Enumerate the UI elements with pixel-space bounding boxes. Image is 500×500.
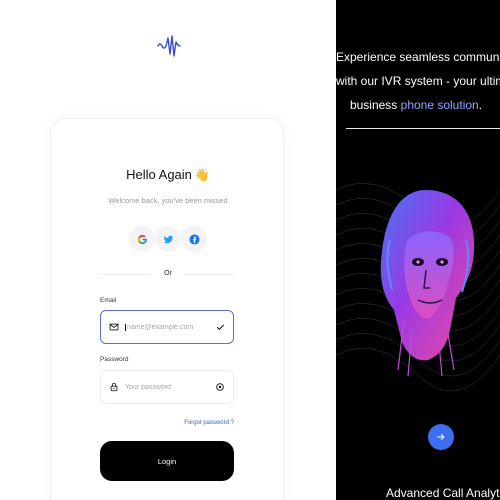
robot-head-illustration: [380, 190, 475, 377]
google-icon: [137, 234, 147, 244]
promo-line-1: Experience seamless communic: [336, 50, 500, 64]
or-label: Or: [164, 270, 172, 277]
password-field-wrapper: [100, 370, 234, 404]
page-title: Hello Again 👋: [126, 167, 210, 182]
facebook-login-button[interactable]: [181, 226, 207, 252]
password-label: Password: [100, 356, 129, 363]
login-button[interactable]: Login: [100, 441, 234, 481]
eye-icon[interactable]: [215, 382, 225, 392]
subtitle: Welcome back, you've been missed: [108, 196, 228, 205]
promo-line-3: business phone solution.: [349, 98, 483, 112]
facebook-icon: [188, 233, 200, 245]
google-login-button[interactable]: [129, 226, 155, 252]
next-slide-button[interactable]: [428, 424, 454, 450]
email-input[interactable]: [125, 323, 210, 331]
twitter-icon: [163, 235, 173, 243]
arrow-right-icon: [437, 434, 445, 440]
waving-hand-icon: 👋: [194, 168, 210, 182]
login-panel: Hello Again 👋 Welcome back, you've been m…: [0, 0, 336, 500]
promo-line-2: with our IVR system - your ultim: [336, 74, 500, 88]
email-label: Email: [100, 297, 117, 304]
waveform-logo-icon: [157, 35, 181, 57]
promo-headline: Experience seamless communic with our IV…: [336, 45, 500, 117]
promo-panel: Experience seamless communic with our IV…: [336, 0, 500, 500]
lock-icon: [110, 382, 118, 392]
twitter-login-button[interactable]: [155, 226, 181, 252]
promo-highlight: phone solution: [400, 98, 479, 112]
feature-caption: Advanced Call Analytics: [386, 486, 500, 500]
password-input[interactable]: [125, 383, 209, 391]
email-field-wrapper: [100, 310, 234, 344]
check-icon: [217, 324, 224, 330]
mail-icon: [109, 323, 119, 331]
forgot-password-link[interactable]: Forgot password ?: [100, 420, 234, 426]
promo-divider: [346, 128, 500, 129]
